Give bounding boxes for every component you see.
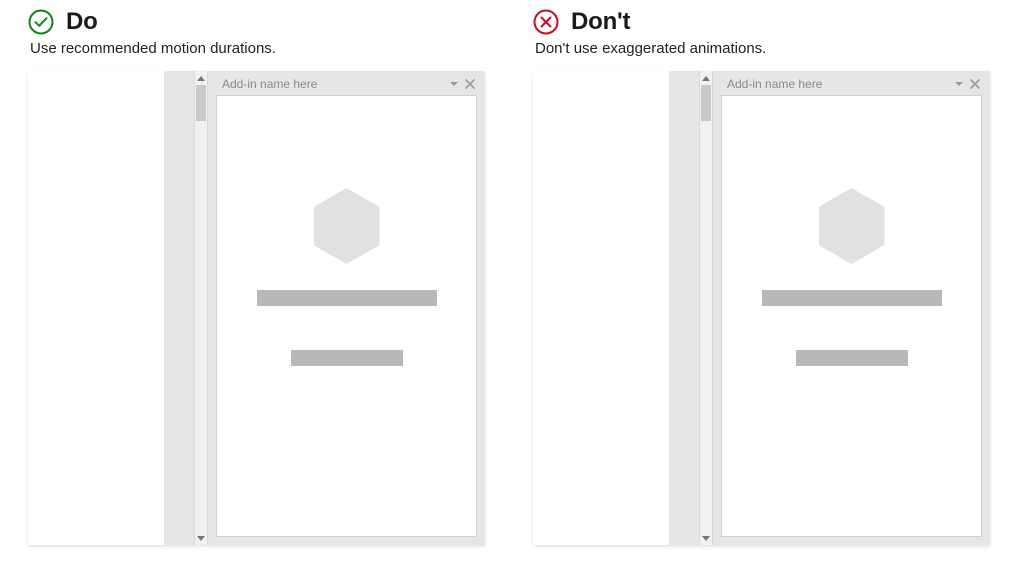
do-column: Do Use recommended motion durations. Add… [28,8,485,545]
scroll-down-button[interactable] [700,531,712,545]
pane-title: Add-in name here [222,77,317,91]
scroll-down-button[interactable] [195,531,207,545]
placeholder-bar-wide [257,290,437,306]
check-circle-icon [28,9,54,35]
close-icon[interactable] [465,79,475,89]
document-page [28,71,164,545]
addin-pane: Add-in name here [713,71,990,545]
pane-controls [954,79,980,89]
close-icon[interactable] [970,79,980,89]
caret-down-icon[interactable] [954,79,964,89]
placeholder-hexagon-icon [819,188,885,264]
scrollbar[interactable] [699,71,713,545]
x-circle-icon [533,9,559,35]
scroll-thumb[interactable] [701,85,711,121]
dont-heading: Don't [533,8,990,36]
scroll-thumb[interactable] [196,85,206,121]
dont-title: Don't [571,8,630,36]
dont-card: Add-in name here [533,71,990,545]
scroll-up-button[interactable] [700,71,712,85]
document-page [533,71,669,545]
do-heading: Do [28,8,485,36]
caret-down-icon[interactable] [449,79,459,89]
scrollbar[interactable] [194,71,208,545]
scroll-up-button[interactable] [195,71,207,85]
guidance-compare: Do Use recommended motion durations. Add… [0,0,1018,563]
do-card: Add-in name here [28,71,485,545]
chevron-down-icon [197,536,205,541]
pane-body [721,95,982,537]
placeholder-bar-wide [762,290,942,306]
do-title: Do [66,8,98,36]
dont-subtitle: Don't use exaggerated animations. [535,40,990,57]
placeholder-bar-narrow [291,350,403,366]
document-area [533,71,713,545]
chevron-down-icon [702,536,710,541]
pane-body [216,95,477,537]
pane-title: Add-in name here [727,77,822,91]
chevron-up-icon [702,76,710,81]
placeholder-bar-narrow [796,350,908,366]
pane-header: Add-in name here [216,75,477,95]
placeholder-hexagon-icon [314,188,380,264]
pane-controls [449,79,475,89]
pane-header: Add-in name here [721,75,982,95]
chevron-up-icon [197,76,205,81]
dont-column: Don't Don't use exaggerated animations. … [533,8,990,545]
do-subtitle: Use recommended motion durations. [30,40,485,57]
addin-pane: Add-in name here [208,71,485,545]
document-area [28,71,208,545]
